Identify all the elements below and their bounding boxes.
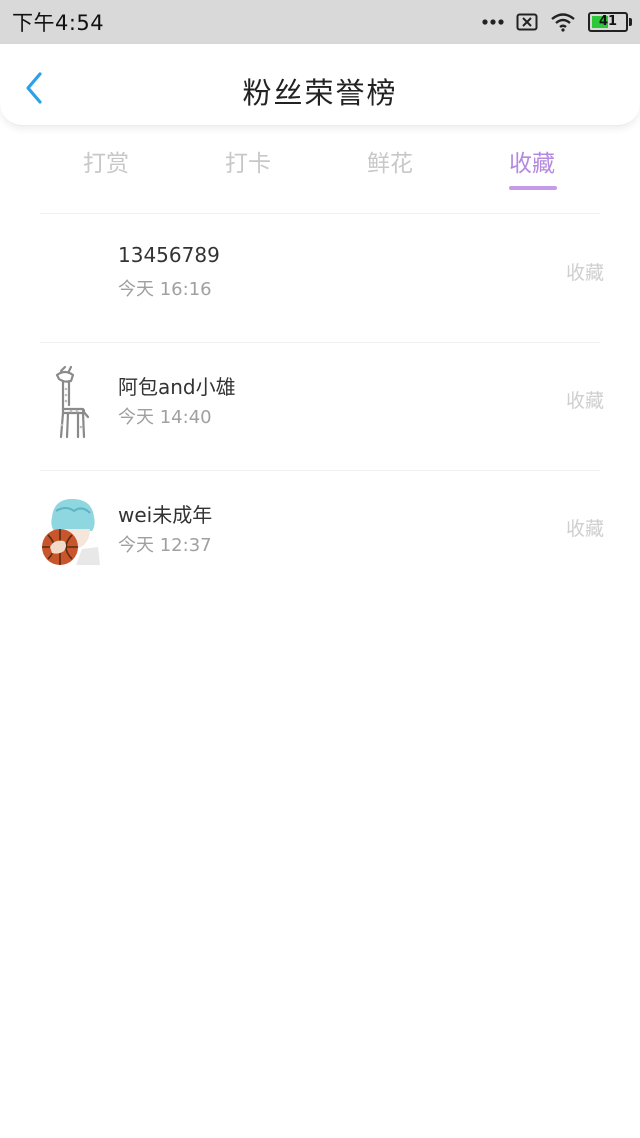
user-time: 今天 14:40	[118, 407, 212, 428]
battery-percent: 41	[598, 14, 618, 29]
favorite-label: 收藏	[565, 518, 604, 540]
list-item[interactable]: 阿包and小雄 今天 14:40 收藏	[0, 342, 640, 470]
avatar[interactable]	[38, 490, 104, 570]
anime-basketball-icon	[42, 499, 100, 565]
header: 粉丝荣誉榜	[0, 44, 640, 126]
user-time: 今天 16:16	[118, 279, 212, 300]
battery-icon: 41	[588, 12, 632, 32]
sim-x-icon	[516, 13, 538, 31]
user-time: 今天 12:37	[118, 535, 212, 556]
avatar[interactable]	[38, 234, 104, 314]
list-item[interactable]: wei未成年 今天 12:37 收藏	[0, 470, 640, 598]
favorite-label: 收藏	[565, 262, 604, 284]
status-time: 下午4:54	[12, 11, 105, 35]
user-name: 阿包and小雄	[118, 375, 236, 399]
more-dots-icon	[482, 18, 504, 26]
tab-reward[interactable]: 打赏	[83, 144, 129, 178]
tab-checkin[interactable]: 打卡	[225, 144, 271, 178]
tab-flowers[interactable]: 鲜花	[367, 144, 413, 178]
page-title: 粉丝荣誉榜	[242, 76, 398, 110]
status-icons: 41	[482, 12, 632, 32]
user-name: 13456789	[118, 243, 220, 267]
wifi-icon	[550, 12, 576, 32]
list-item[interactable]: 13456789 今天 16:16 收藏	[0, 214, 640, 342]
tab-favorites[interactable]: 收藏	[509, 144, 555, 178]
active-tab-indicator	[509, 186, 557, 190]
giraffe-icon	[55, 365, 90, 439]
status-bar: 下午4:54 41	[0, 0, 640, 44]
avatar[interactable]	[38, 362, 104, 442]
favorite-label: 收藏	[565, 390, 604, 412]
user-name: wei未成年	[118, 503, 213, 527]
